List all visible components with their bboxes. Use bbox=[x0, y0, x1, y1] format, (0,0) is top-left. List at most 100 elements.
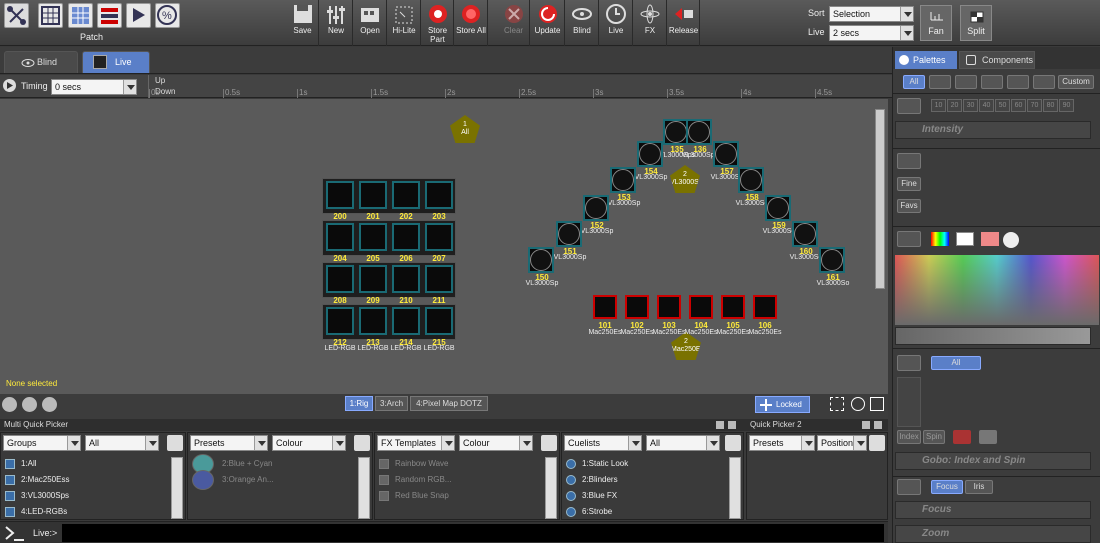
group-marker[interactable]: 2 Mac250Ess bbox=[671, 332, 701, 360]
colour-wheel-tab[interactable] bbox=[1003, 232, 1019, 248]
list-item[interactable]: 1:All bbox=[5, 457, 167, 471]
moving-head-fixture[interactable] bbox=[639, 143, 661, 165]
mac-fixture[interactable] bbox=[753, 295, 777, 319]
timeline-ruler[interactable]: 0s 0.5s 1s 1.5s 2s 2.5s 3s 3.5s 4s 4.5s bbox=[148, 75, 868, 98]
colour-menu-button[interactable] bbox=[897, 231, 921, 247]
gobo-index-fader[interactable]: Gobo: Index and Spin bbox=[895, 452, 1091, 470]
gel-picker-tab[interactable] bbox=[956, 232, 974, 246]
moving-head-fixture[interactable] bbox=[821, 249, 843, 271]
stage-view[interactable]: 1 All 2 VL3000Sps 2 Mac250Ess 200 201 202 203 204 2… bbox=[0, 99, 888, 394]
led-fixture[interactable] bbox=[359, 181, 387, 209]
led-fixture[interactable] bbox=[326, 223, 354, 251]
intensity-step-button[interactable]: 60 bbox=[1011, 99, 1026, 112]
rotate-left-icon[interactable] bbox=[953, 430, 971, 444]
open-button[interactable]: Open bbox=[354, 0, 387, 46]
mac-fixture[interactable] bbox=[689, 295, 713, 319]
wrench-icon[interactable] bbox=[167, 435, 183, 451]
led-fixture[interactable] bbox=[326, 307, 354, 335]
moving-head-fixture[interactable] bbox=[585, 197, 607, 219]
list-item[interactable]: 3:Blue FX bbox=[566, 489, 725, 503]
zoom-fit-icon[interactable] bbox=[42, 397, 57, 412]
list-item[interactable]: Random RGB... bbox=[379, 473, 541, 487]
vertical-scrollbar[interactable] bbox=[358, 457, 370, 519]
list-item[interactable]: Red Blue Snap bbox=[379, 489, 541, 503]
release-button[interactable]: Release bbox=[668, 0, 700, 46]
list-item[interactable]: 6:Strobe bbox=[566, 505, 725, 519]
list-item[interactable]: 2:Blue + Cyan bbox=[192, 454, 354, 474]
intensity-step-button[interactable]: 30 bbox=[963, 99, 978, 112]
blind-button[interactable]: Blind bbox=[566, 0, 599, 46]
led-fixture[interactable] bbox=[392, 307, 420, 335]
undock-icon[interactable] bbox=[862, 421, 870, 429]
split-button[interactable]: Split bbox=[960, 5, 992, 41]
filter-focus[interactable] bbox=[1033, 75, 1055, 89]
led-fixture[interactable] bbox=[392, 181, 420, 209]
mac-fixture[interactable] bbox=[625, 295, 649, 319]
update-button[interactable]: Update bbox=[531, 0, 565, 46]
select-box-icon[interactable] bbox=[830, 397, 844, 411]
close-icon[interactable] bbox=[728, 421, 736, 429]
favs-button[interactable]: Favs bbox=[897, 199, 921, 213]
command-input[interactable] bbox=[62, 524, 884, 542]
new-button[interactable]: New bbox=[320, 0, 353, 46]
led-fixture[interactable] bbox=[326, 181, 354, 209]
filter-colour[interactable] bbox=[981, 75, 1003, 89]
position-menu-button[interactable] bbox=[897, 153, 921, 169]
led-fixture[interactable] bbox=[359, 307, 387, 335]
mac-fixture[interactable] bbox=[657, 295, 681, 319]
fine-button[interactable]: Fine bbox=[897, 177, 921, 191]
focus-fader[interactable]: Focus bbox=[895, 501, 1091, 519]
filter-position[interactable] bbox=[955, 75, 977, 89]
moving-head-fixture[interactable] bbox=[767, 197, 789, 219]
filter-beam[interactable] bbox=[1007, 75, 1029, 89]
intensity-step-button[interactable]: 10 bbox=[931, 99, 946, 112]
faders-icon[interactable] bbox=[97, 3, 122, 28]
intensity-step-button[interactable]: 50 bbox=[995, 99, 1010, 112]
led-fixture[interactable] bbox=[425, 223, 453, 251]
vertical-scrollbar[interactable] bbox=[875, 109, 885, 289]
intensity-step-button[interactable]: 40 bbox=[979, 99, 994, 112]
clear-button[interactable]: Clear bbox=[498, 0, 530, 46]
intensity-step-button[interactable]: 90 bbox=[1059, 99, 1074, 112]
layout-tab-pixelmap[interactable]: 4:Pixel Map DOTZ bbox=[410, 396, 488, 411]
tab-iris[interactable]: Iris bbox=[965, 480, 993, 494]
live-button[interactable]: Live bbox=[600, 0, 633, 46]
layout-tab-rig[interactable]: 1:Rig bbox=[345, 396, 373, 411]
led-fixture[interactable] bbox=[359, 223, 387, 251]
picker-filter-select[interactable]: All bbox=[85, 435, 159, 451]
tab-focus[interactable]: Focus bbox=[931, 480, 963, 494]
picker-filter-select[interactable]: Position bbox=[817, 435, 867, 451]
wrench-icon[interactable] bbox=[869, 435, 885, 451]
list-item[interactable]: 4:LED-RGBs bbox=[5, 505, 167, 519]
rotate-right-icon[interactable] bbox=[979, 430, 997, 444]
swatch-tab[interactable] bbox=[981, 232, 999, 246]
mac-fixture[interactable] bbox=[721, 295, 745, 319]
moving-head-fixture[interactable] bbox=[612, 169, 634, 191]
percent-icon[interactable]: % bbox=[155, 3, 180, 28]
fan-button[interactable]: Fan bbox=[920, 5, 952, 41]
intensity-step-button[interactable]: 70 bbox=[1027, 99, 1042, 112]
picker-filter-select[interactable]: All bbox=[646, 435, 720, 451]
led-fixture[interactable] bbox=[392, 223, 420, 251]
spreadsheet-icon[interactable] bbox=[38, 3, 63, 28]
led-fixture[interactable] bbox=[425, 307, 453, 335]
group-marker[interactable]: 1 All bbox=[450, 115, 480, 143]
gobo-filter-all[interactable]: All bbox=[931, 356, 981, 370]
wrench-icon[interactable] bbox=[725, 435, 741, 451]
picker-type-select[interactable]: Presets bbox=[749, 435, 815, 451]
wrench-icon[interactable] bbox=[354, 435, 370, 451]
colour-picker-tab[interactable] bbox=[931, 232, 949, 246]
moving-head-fixture[interactable] bbox=[740, 169, 762, 191]
timing-select[interactable]: 0 secs bbox=[51, 79, 137, 95]
colour-picker-area[interactable] bbox=[895, 255, 1099, 325]
moving-head-fixture[interactable] bbox=[715, 143, 737, 165]
sort-select[interactable]: Selection bbox=[829, 6, 914, 22]
list-item[interactable]: 3:VL3000Sps bbox=[5, 489, 167, 503]
picker-type-select[interactable]: FX Templates bbox=[377, 435, 455, 451]
vertical-scrollbar[interactable] bbox=[171, 457, 183, 519]
led-fixture[interactable] bbox=[425, 181, 453, 209]
list-item[interactable]: Rainbow Wave bbox=[379, 457, 541, 471]
vertical-scrollbar[interactable] bbox=[729, 457, 741, 519]
list-item[interactable]: 3:Orange An... bbox=[192, 470, 354, 490]
lasso-icon[interactable] bbox=[851, 397, 865, 411]
